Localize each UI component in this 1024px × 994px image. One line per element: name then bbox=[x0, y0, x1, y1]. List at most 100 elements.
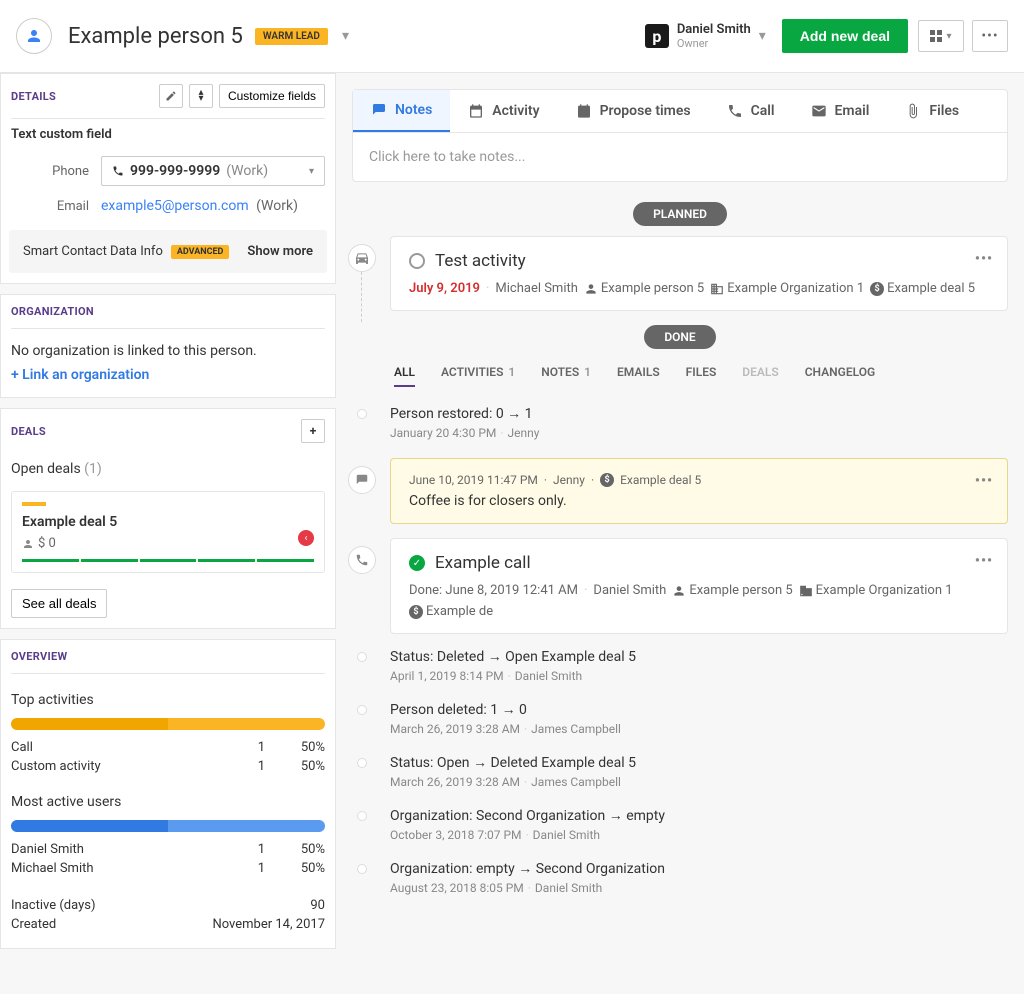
timeline-dot bbox=[357, 652, 367, 662]
person-name: Example person 5 bbox=[68, 24, 243, 49]
most-active-label: Most active users bbox=[11, 794, 325, 810]
filter-deals[interactable]: DEALS bbox=[742, 365, 778, 387]
tab-email[interactable]: Email bbox=[793, 90, 888, 132]
tab-notes[interactable]: Notes bbox=[353, 90, 450, 132]
deals-title: DEALS bbox=[11, 425, 46, 438]
schedule-icon bbox=[576, 103, 592, 119]
building-icon bbox=[710, 282, 724, 296]
customize-fields-button[interactable]: Customize fields bbox=[219, 84, 325, 108]
note-body: Coffee is for closers only. bbox=[409, 493, 989, 509]
organization-panel: ORGANIZATION No organization is linked t… bbox=[0, 294, 336, 398]
tab-call[interactable]: Call bbox=[709, 90, 793, 132]
top-activities-label: Top activities bbox=[11, 692, 325, 708]
filter-emails[interactable]: EMAILS bbox=[617, 365, 660, 387]
open-deals-label: Open deals bbox=[11, 461, 81, 477]
filter-all[interactable]: ALL bbox=[394, 365, 415, 387]
activity-author: Michael Smith bbox=[495, 281, 578, 296]
overview-row: Custom activity 1 50% bbox=[11, 757, 325, 776]
smart-contact-data: Smart Contact Data Info ADVANCED Show mo… bbox=[9, 230, 327, 273]
link-organization-button[interactable]: + Link an organization bbox=[1, 367, 335, 397]
deal-icon: $ bbox=[409, 605, 423, 619]
person-icon bbox=[22, 538, 34, 550]
activity-checkbox[interactable] bbox=[409, 253, 425, 269]
deal-card[interactable]: Example deal 5 $ 0 ‹ bbox=[11, 491, 325, 573]
card-more-button[interactable]: ••• bbox=[975, 473, 993, 489]
email-link[interactable]: example5@person.com bbox=[101, 198, 249, 214]
phone-icon bbox=[112, 165, 124, 177]
plus-icon: + bbox=[310, 424, 317, 438]
log-title: Organization: empty → Second Organizatio… bbox=[390, 860, 1008, 877]
overview-row: Michael Smith 1 50% bbox=[11, 859, 325, 878]
sort-icon: ▴▾ bbox=[198, 90, 203, 102]
log-item: Organization: Second Organization → empt… bbox=[352, 807, 1008, 842]
add-deal-button[interactable]: Add new deal bbox=[782, 19, 908, 53]
person-avatar[interactable] bbox=[16, 18, 52, 54]
person-dropdown[interactable]: ▾ bbox=[338, 24, 353, 48]
custom-field-label: Text custom field bbox=[1, 119, 335, 150]
log-title: Person restored: 0 → 1 bbox=[390, 405, 1008, 422]
deal-progress bbox=[22, 559, 314, 562]
ellipsis-icon: ••• bbox=[981, 28, 998, 44]
planned-activity-card[interactable]: ••• Test activity July 9, 2019 · Michael… bbox=[390, 236, 1008, 311]
log-item: Status: Deleted → Open Example deal 5 Ap… bbox=[352, 648, 1008, 683]
more-options-button[interactable]: ••• bbox=[972, 20, 1008, 52]
timeline-dot bbox=[357, 705, 367, 715]
card-more-button[interactable]: ••• bbox=[975, 251, 993, 267]
inactive-row: Inactive (days) 90 bbox=[11, 896, 325, 915]
owner-selector[interactable]: p Daniel Smith Owner ▾ bbox=[645, 22, 766, 50]
grid-icon bbox=[930, 30, 942, 42]
phone-select[interactable]: 999-999-9999 (Work) bbox=[101, 156, 325, 186]
card-more-button[interactable]: ••• bbox=[975, 553, 993, 569]
deal-name: Example deal 5 bbox=[22, 514, 314, 530]
reorder-button[interactable]: ▴▾ bbox=[189, 84, 213, 108]
activity-checkbox-done[interactable]: ✓ bbox=[409, 555, 425, 571]
layout-toggle-button[interactable]: ▾ bbox=[918, 20, 964, 52]
note-timeline-icon bbox=[348, 466, 376, 494]
no-org-text: No organization is linked to this person… bbox=[1, 329, 335, 367]
lead-badge: WARM LEAD bbox=[255, 28, 328, 45]
person-icon bbox=[25, 27, 43, 45]
details-panel: DETAILS ▴▾ Customize fields Text custom … bbox=[0, 73, 336, 284]
phone-label: Phone bbox=[11, 164, 101, 179]
timeline-dot bbox=[357, 758, 367, 768]
tab-activity[interactable]: Activity bbox=[450, 90, 557, 132]
log-item: Organization: empty → Second Organizatio… bbox=[352, 860, 1008, 895]
add-deal-icon-button[interactable]: + bbox=[301, 419, 325, 443]
tab-propose[interactable]: Propose times bbox=[558, 90, 709, 132]
note-input[interactable]: Click here to take notes... bbox=[353, 133, 1007, 181]
deal-stripe bbox=[22, 502, 46, 506]
person-icon bbox=[672, 584, 686, 598]
show-more-button[interactable]: Show more bbox=[247, 244, 313, 259]
filter-activities[interactable]: ACTIVITIES 1 bbox=[441, 365, 515, 387]
activity-date: July 9, 2019 bbox=[409, 281, 480, 296]
log-title: Status: Deleted → Open Example deal 5 bbox=[390, 648, 1008, 665]
smart-data-label: Smart Contact Data Info bbox=[23, 244, 163, 259]
deal-warning-icon: ‹ bbox=[298, 530, 314, 546]
owner-name: Daniel Smith bbox=[677, 22, 751, 37]
timeline-dot bbox=[357, 864, 367, 874]
log-item: Person deleted: 1 → 0 March 26, 2019 3:2… bbox=[352, 701, 1008, 736]
filter-files[interactable]: FILES bbox=[686, 365, 717, 387]
log-title: Organization: Second Organization → empt… bbox=[390, 807, 1008, 824]
timeline-dot bbox=[357, 811, 367, 821]
call-card[interactable]: ••• ✓ Example call Done: June 8, 2019 12… bbox=[390, 538, 1008, 634]
edit-button[interactable] bbox=[159, 84, 183, 108]
call-timeline-icon bbox=[348, 546, 376, 574]
overview-title: OVERVIEW bbox=[11, 650, 67, 663]
see-all-deals-button[interactable]: See all deals bbox=[11, 589, 107, 618]
done-pill: DONE bbox=[644, 325, 715, 349]
email-icon bbox=[811, 103, 827, 119]
tab-files[interactable]: Files bbox=[887, 90, 977, 132]
building-icon bbox=[799, 584, 813, 598]
note-icon bbox=[371, 102, 387, 118]
deals-panel: DEALS + Open deals (1) Example deal 5 $ … bbox=[0, 408, 336, 629]
note-card[interactable]: ••• June 10, 2019 11:47 PM· Jenny· $Exam… bbox=[390, 458, 1008, 524]
filter-notes[interactable]: NOTES 1 bbox=[541, 365, 591, 387]
organization-title: ORGANIZATION bbox=[11, 305, 94, 318]
compose-card: Notes Activity Propose times Call Email bbox=[352, 89, 1008, 182]
filter-tabs: ALL ACTIVITIES 1 NOTES 1 EMAILS FILES DE… bbox=[394, 365, 1008, 387]
attachment-icon bbox=[905, 103, 921, 119]
car-icon bbox=[348, 244, 376, 272]
filter-changelog[interactable]: CHANGELOG bbox=[805, 365, 875, 387]
deal-amount: $ 0 bbox=[38, 536, 56, 551]
